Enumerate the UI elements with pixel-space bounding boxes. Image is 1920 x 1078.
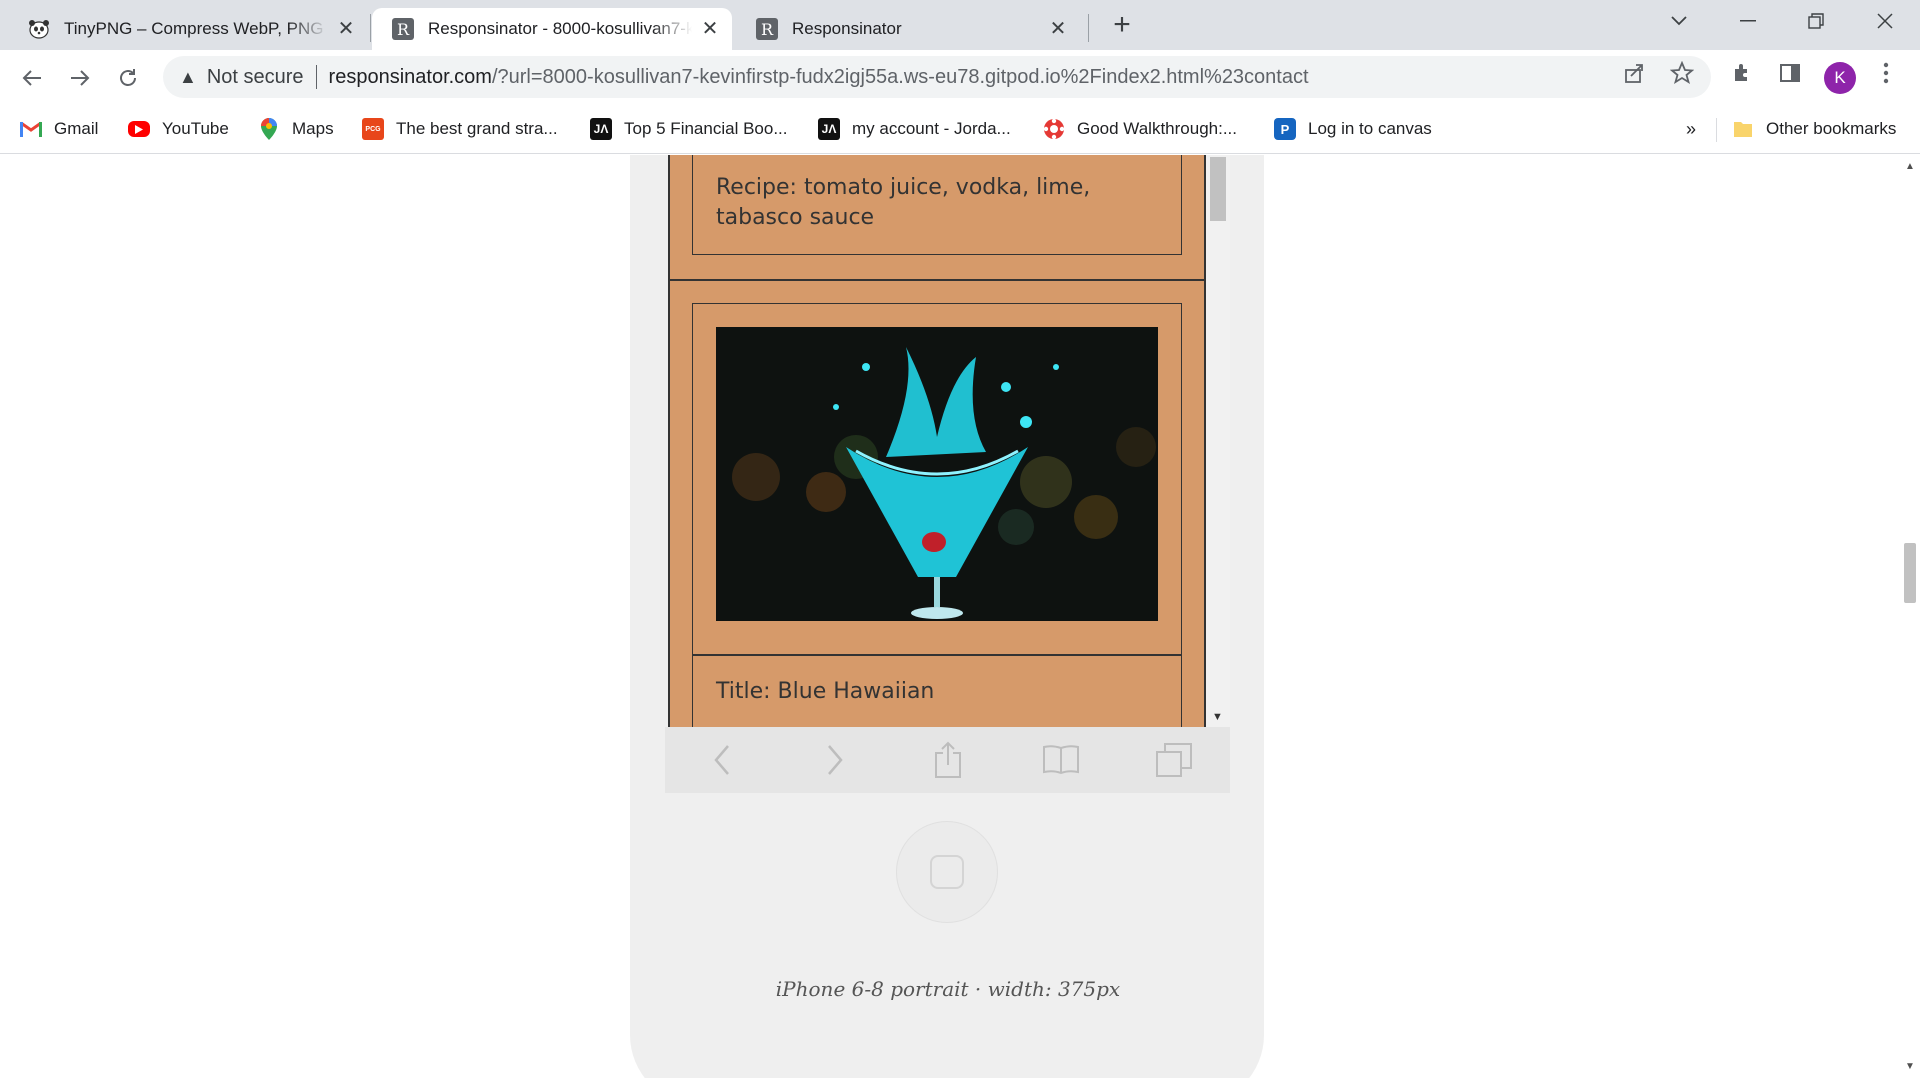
bookmark-gmail[interactable]: Gmail (20, 114, 98, 144)
tab-responsinator[interactable]: R Responsinator ✕ (736, 8, 1080, 50)
tab-strip: TinyPNG – Compress WebP, PNG and JPEG ✕ … (0, 0, 1920, 50)
url-text[interactable]: responsinator.com/?url=8000-kosullivan7-… (329, 66, 1309, 89)
security-label[interactable]: Not secure (207, 66, 304, 89)
home-square-icon (930, 855, 964, 889)
home-button (896, 821, 998, 923)
tab-tinypng[interactable]: TinyPNG – Compress WebP, PNG and JPEG ✕ (8, 8, 368, 50)
drink-image (716, 327, 1158, 621)
other-bookmarks[interactable]: Other bookmarks (1732, 114, 1896, 144)
address-bar[interactable]: ▲ Not secure responsinator.com/?url=8000… (163, 56, 1711, 98)
canvas-icon: P (1274, 118, 1296, 140)
url-path: /?url=8000-kosullivan7-kevinfirstp-fudx2… (491, 65, 1309, 88)
device-screen: Recipe: tomato juice, vodka, lime, tabas… (668, 155, 1230, 727)
chevron-left-icon (702, 740, 742, 780)
bookmark-star-icon[interactable] (1668, 59, 1696, 87)
reload-icon[interactable] (108, 58, 148, 98)
bookmark-label: YouTube (162, 119, 229, 138)
device-scrollbar-thumb[interactable] (1210, 157, 1226, 221)
tab-separator (1088, 14, 1089, 42)
bookmark-label: Top 5 Financial Boo... (624, 119, 788, 138)
bookmark-label: Other bookmarks (1766, 119, 1897, 138)
maps-icon (258, 118, 280, 140)
ja-icon: JΛ (818, 118, 840, 140)
omnibox-divider (315, 65, 317, 89)
bookmarks-divider (1716, 118, 1717, 142)
responsinator-r-icon: R (756, 18, 778, 40)
bookmark-label: my account - Jorda... (852, 119, 1011, 138)
chevron-right-icon (815, 740, 855, 780)
tab-search-icon[interactable] (1650, 0, 1708, 42)
side-panel-icon[interactable] (1776, 59, 1804, 87)
page-scrollbar-thumb[interactable] (1904, 543, 1916, 603)
recipe-text: Recipe: tomato juice, vodka, lime, tabas… (716, 175, 1091, 230)
bookmarks-overflow-button[interactable]: » (1686, 114, 1696, 144)
share-icon (928, 740, 968, 780)
restore-icon[interactable] (1787, 0, 1845, 42)
site-content: Recipe: tomato juice, vodka, lime, tabas… (668, 155, 1206, 727)
bookmark-grand-strategy[interactable]: PCG The best grand stra... (362, 114, 558, 144)
walkthrough-icon (1043, 118, 1065, 140)
scroll-down-arrow-icon[interactable]: ▼ (1212, 711, 1223, 723)
scroll-up-arrow-icon[interactable]: ▲ (1905, 161, 1915, 172)
bookmark-maps[interactable]: Maps (258, 114, 334, 144)
gmail-icon (20, 118, 42, 140)
bookmark-label: Maps (292, 119, 334, 138)
device-scrollbar[interactable]: ▼ (1206, 155, 1230, 727)
extensions-icon[interactable] (1728, 59, 1756, 87)
bookmark-financial-books[interactable]: JΛ Top 5 Financial Boo... (590, 114, 787, 144)
close-tab-icon[interactable]: ✕ (1048, 19, 1068, 39)
panda-icon (28, 18, 50, 40)
warning-icon[interactable]: ▲ (179, 67, 197, 88)
bookmark-label: The best grand stra... (396, 119, 558, 138)
page-viewport: Recipe: tomato juice, vodka, lime, tabas… (0, 155, 1920, 1078)
bookmark-canvas[interactable]: P Log in to canvas (1274, 114, 1432, 144)
bookmark-youtube[interactable]: YouTube (128, 114, 229, 144)
bookmark-my-account[interactable]: JΛ my account - Jorda... (818, 114, 1011, 144)
close-window-icon[interactable] (1856, 0, 1914, 42)
page-scrollbar[interactable]: ▲ ▼ (1900, 155, 1920, 1078)
pcgamer-icon: PCG (362, 118, 384, 140)
tab-responsinator-active[interactable]: R Responsinator - 8000-kosullivan7-kevin… (372, 8, 732, 50)
share-icon[interactable] (1620, 59, 1648, 87)
back-icon[interactable] (12, 58, 52, 98)
tab-title: Responsinator - 8000-kosullivan7-kevinfi… (428, 19, 692, 38)
youtube-icon (128, 121, 150, 137)
profile-avatar[interactable]: K (1824, 62, 1856, 94)
browser-toolbar: ▲ Not secure responsinator.com/?url=8000… (0, 50, 1920, 106)
scroll-down-arrow-icon[interactable]: ▼ (1905, 1061, 1915, 1072)
bookmark-label: Good Walkthrough:... (1077, 119, 1238, 138)
tab-title: TinyPNG – Compress WebP, PNG and JPEG (64, 19, 328, 38)
drink-title: Title: Blue Hawaiian (716, 679, 935, 704)
close-tab-icon[interactable]: ✕ (700, 19, 720, 39)
folder-icon (1732, 118, 1754, 140)
forward-icon[interactable] (60, 58, 100, 98)
bookmarks-bar: Gmail YouTube Maps PCG The best grand st… (0, 106, 1920, 154)
bookmarks-book-icon (1041, 740, 1081, 780)
bookmark-walkthrough[interactable]: Good Walkthrough:... (1043, 114, 1237, 144)
tab-separator (370, 14, 371, 42)
minimize-icon[interactable] (1719, 0, 1777, 42)
ja-icon: JΛ (590, 118, 612, 140)
menu-icon[interactable] (1872, 59, 1900, 87)
bookmark-label: Log in to canvas (1308, 119, 1432, 138)
url-domain: responsinator.com (328, 65, 492, 88)
device-caption: iPhone 6-8 portrait · width: 375px (775, 977, 1121, 1001)
bookmark-label: Gmail (54, 119, 99, 138)
new-tab-button[interactable]: + (1106, 10, 1138, 42)
responsinator-r-icon: R (392, 18, 414, 40)
close-tab-icon[interactable]: ✕ (336, 19, 356, 39)
tab-title: Responsinator (792, 19, 902, 38)
safari-toolbar (665, 727, 1230, 793)
tabs-icon (1154, 740, 1194, 780)
